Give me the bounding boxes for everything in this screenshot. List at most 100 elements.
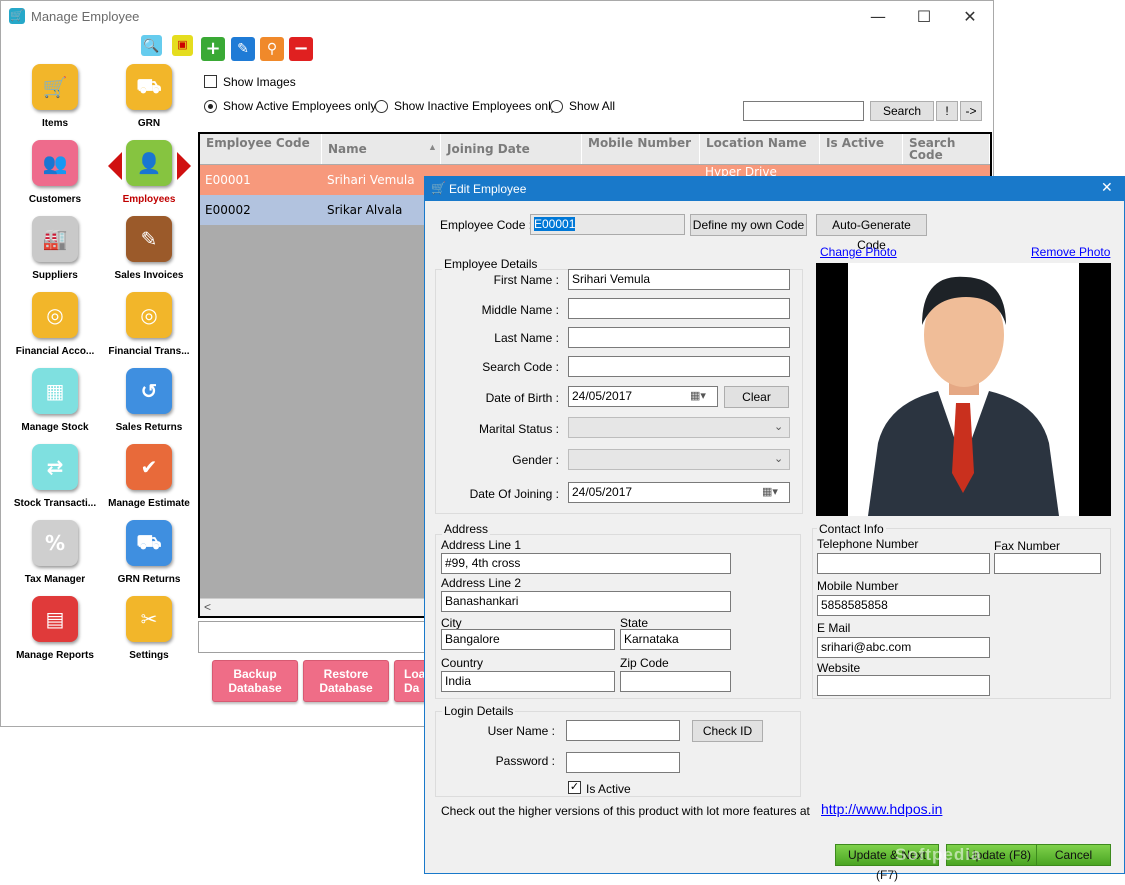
auto-generate-code-button[interactable]: Auto-Generate Code xyxy=(816,214,927,252)
sidebar-item-items[interactable]: 🛒 Items xyxy=(13,64,97,129)
col-name[interactable]: Name xyxy=(322,134,441,164)
add-icon[interactable]: + xyxy=(201,37,225,61)
search-code-field[interactable] xyxy=(568,356,790,377)
is-active-checkbox[interactable]: ✓ xyxy=(568,781,581,794)
middle-name-field[interactable] xyxy=(568,298,790,319)
sidebar-item-manage-stock[interactable]: ▦ Manage Stock xyxy=(13,368,97,433)
radio-inactive[interactable] xyxy=(375,100,388,113)
coins-icon: ◎ xyxy=(32,292,78,338)
check-id-button[interactable]: Check ID xyxy=(692,720,763,742)
calendar-icon[interactable]: ▦▾ xyxy=(690,389,706,402)
password-label: Password : xyxy=(495,754,555,768)
is-active-label: Is Active xyxy=(586,782,631,796)
country-label: Country xyxy=(441,656,484,670)
dialog-title: Edit Employee xyxy=(449,182,527,196)
change-photo-link[interactable]: Change Photo xyxy=(820,245,897,259)
sidebar-item-manage-reports[interactable]: ▤ Manage Reports xyxy=(13,596,97,661)
clear-dob-button[interactable]: Clear xyxy=(724,386,789,408)
maximize-button[interactable]: ☐ xyxy=(904,3,944,31)
sidebar-item-label: Manage Stock xyxy=(21,422,89,433)
sidebar-item-financial-acco[interactable]: ◎ Financial Acco... xyxy=(13,292,97,357)
col-location-name[interactable]: Location Name xyxy=(700,134,820,164)
edit-pencil-icon[interactable]: ✎ xyxy=(231,37,255,61)
calendar-icon[interactable]: ▦▾ xyxy=(762,485,778,498)
middle-name-label: Middle Name : xyxy=(481,303,559,317)
show-images-checkbox[interactable] xyxy=(204,75,217,88)
dialog-titlebar: 🛒 Edit Employee ✕ xyxy=(425,177,1124,201)
delete-minus-icon[interactable]: − xyxy=(289,37,313,61)
user-name-field[interactable] xyxy=(566,720,680,741)
sidebar-item-sales-returns[interactable]: ↺ Sales Returns xyxy=(107,368,191,433)
sidebar-item-settings[interactable]: ✂ Settings xyxy=(107,596,191,661)
last-name-field[interactable] xyxy=(568,327,790,348)
sidebar-item-label: Items xyxy=(41,118,69,129)
fax-label: Fax Number xyxy=(994,539,1061,553)
percent-icon: % xyxy=(32,520,78,566)
view-magnifier-icon[interactable]: ⚲ xyxy=(260,37,284,61)
col-search-code[interactable]: Search Code xyxy=(903,134,990,164)
country-field[interactable]: India xyxy=(441,671,615,692)
estimate-icon: ✔ xyxy=(126,444,172,490)
nav-windows-icon[interactable]: ▣ xyxy=(172,35,193,56)
nav-next-arrow-icon[interactable] xyxy=(177,152,191,180)
radio-active[interactable] xyxy=(204,100,217,113)
nav-search-icon[interactable]: 🔍 xyxy=(141,35,162,56)
doj-picker[interactable]: 24/05/2017 xyxy=(568,482,790,503)
hdpos-link[interactable]: http://www.hdpos.in xyxy=(821,801,942,817)
dialog-close-button[interactable]: ✕ xyxy=(1101,180,1113,196)
address-line1-field[interactable]: #99, 4th cross xyxy=(441,553,731,574)
address-line2-field[interactable]: Banashankari xyxy=(441,591,731,612)
email-field[interactable]: srihari@abc.com xyxy=(817,637,990,658)
employee-code-input[interactable]: E00001 xyxy=(530,214,685,235)
marital-status-select[interactable] xyxy=(568,417,790,438)
gender-select[interactable] xyxy=(568,449,790,470)
col-is-active[interactable]: Is Active xyxy=(820,134,903,164)
exclaim-button[interactable]: ! xyxy=(936,101,958,121)
sidebar-item-sales-invoices[interactable]: ✎ Sales Invoices xyxy=(107,216,191,281)
doj-label: Date Of Joining : xyxy=(469,487,559,501)
stock-transfer-icon: ⇄ xyxy=(32,444,78,490)
search-input[interactable] xyxy=(743,101,864,121)
radio-all[interactable] xyxy=(550,100,563,113)
col-mobile-number[interactable]: Mobile Number xyxy=(582,134,700,164)
load-database-button[interactable]: Load Da xyxy=(394,660,427,702)
mobile-field[interactable]: 5858585858 xyxy=(817,595,990,616)
sidebar-item-financial-trans[interactable]: ◎ Financial Trans... xyxy=(107,292,191,357)
close-button[interactable]: ✕ xyxy=(950,3,990,31)
city-field[interactable]: Bangalore xyxy=(441,629,615,650)
sidebar-item-manage-estimate[interactable]: ✔ Manage Estimate xyxy=(107,444,191,509)
nav-prev-arrow-icon[interactable] xyxy=(108,152,122,180)
restore-database-button[interactable]: Restore Database xyxy=(303,660,389,702)
sidebar-item-grn[interactable]: ⛟ GRN xyxy=(107,64,191,129)
sidebar-item-stock-transacti[interactable]: ⇄ Stock Transacti... xyxy=(13,444,97,509)
password-field[interactable] xyxy=(566,752,680,773)
zip-label: Zip Code xyxy=(620,656,669,670)
telephone-field[interactable] xyxy=(817,553,990,574)
cancel-button[interactable]: Cancel xyxy=(1036,844,1111,866)
zip-field[interactable] xyxy=(620,671,731,692)
sidebar-item-tax-manager[interactable]: % Tax Manager xyxy=(13,520,97,585)
state-field[interactable]: Karnataka xyxy=(620,629,731,650)
city-label: City xyxy=(441,616,462,630)
dialog-cart-icon: 🛒 xyxy=(431,181,446,195)
first-name-field[interactable]: Srihari Vemula xyxy=(568,269,790,290)
coins-transfer-icon: ◎ xyxy=(126,292,172,338)
website-field[interactable] xyxy=(817,675,990,696)
sidebar-item-grn-returns[interactable]: ⛟ GRN Returns xyxy=(107,520,191,585)
scroll-left-icon[interactable]: < xyxy=(204,600,211,614)
remove-photo-link[interactable]: Remove Photo xyxy=(1031,245,1110,259)
col-employee-code[interactable]: Employee Code xyxy=(200,134,322,164)
truck-icon: ⛟ xyxy=(126,64,172,110)
define-code-button[interactable]: Define my own Code xyxy=(690,214,807,236)
website-label: Website xyxy=(817,661,861,675)
fax-field[interactable] xyxy=(994,553,1101,574)
col-joining-date[interactable]: Joining Date xyxy=(441,134,582,164)
search-button[interactable]: Search xyxy=(870,101,934,121)
sidebar-item-customers[interactable]: 👥 Customers xyxy=(13,140,97,205)
horizontal-scrollbar[interactable]: < xyxy=(200,598,426,616)
sidebar-item-suppliers[interactable]: 🏭 Suppliers xyxy=(13,216,97,281)
telephone-label: Telephone Number xyxy=(817,537,919,551)
next-button[interactable]: -> xyxy=(960,101,982,121)
backup-database-button[interactable]: Backup Database xyxy=(212,660,298,702)
minimize-button[interactable]: — xyxy=(858,3,898,31)
